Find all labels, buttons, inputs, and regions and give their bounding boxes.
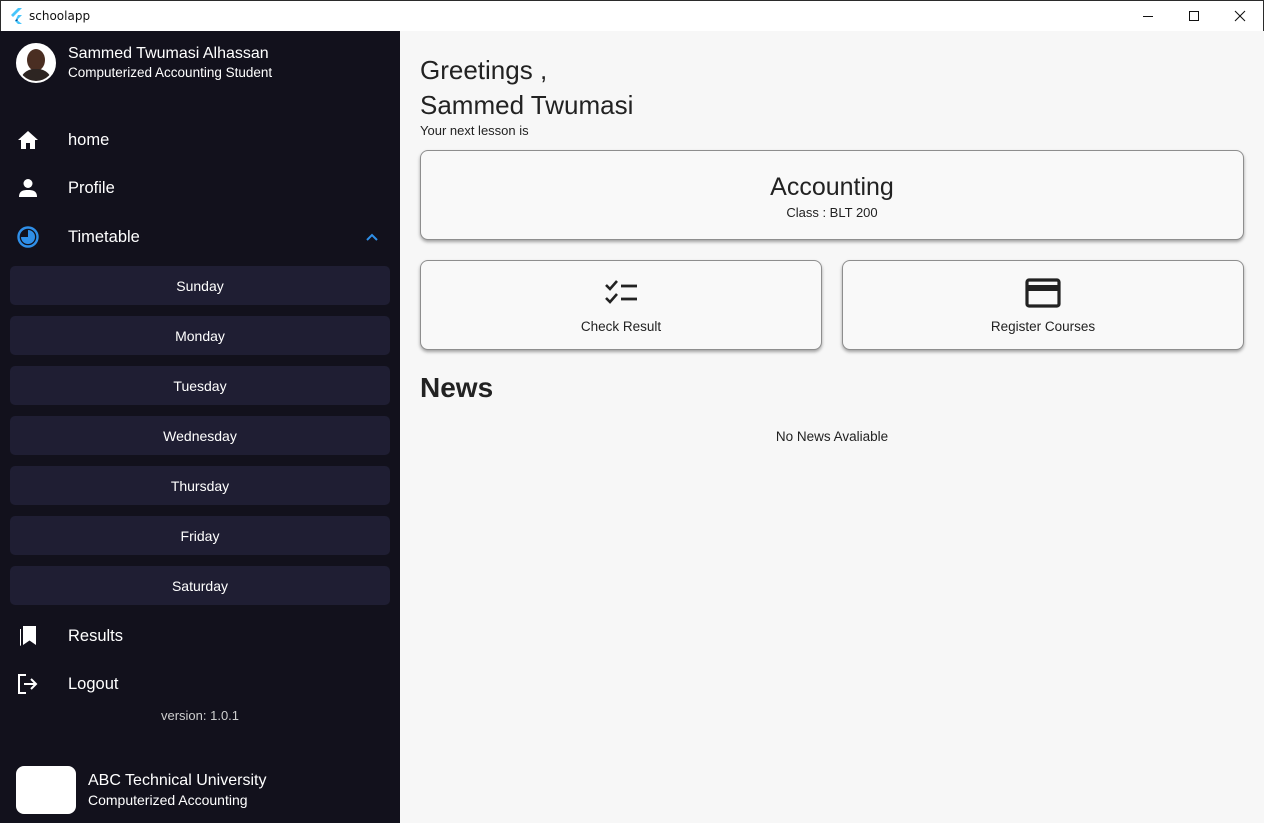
greeting: Greetings , Sammed Twumasi [420,53,633,123]
person-icon [17,177,39,199]
day-button-tuesday[interactable]: Tuesday [10,366,390,405]
register-courses-label: Register Courses [990,319,1096,334]
close-icon [1234,10,1246,22]
lesson-title: Accounting [770,173,894,201]
register-courses-button[interactable]: Register Courses [842,260,1244,350]
day-button-monday[interactable]: Monday [10,316,390,355]
bookmarks-icon [17,625,39,647]
next-lesson-card[interactable]: Accounting Class : BLT 200 [420,150,1244,240]
day-button-saturday[interactable]: Saturday [10,566,390,605]
sidebar-item-logout[interactable]: Logout [0,664,400,704]
maximize-button[interactable] [1171,1,1217,31]
institution-logo [16,766,76,814]
chevron-up-icon[interactable] [364,229,380,245]
day-button-sunday[interactable]: Sunday [10,266,390,305]
sidebar-item-profile[interactable]: Profile [0,168,400,208]
next-lesson-label: Your next lesson is [420,123,529,138]
sidebar-item-label: home [68,130,110,149]
minimize-button[interactable] [1125,1,1171,31]
greeting-line-1: Greetings , [420,55,548,85]
credit-card-icon [1025,278,1061,308]
window-titlebar: schoolapp [0,0,1264,31]
day-button-thursday[interactable]: Thursday [10,466,390,505]
profile-header[interactable]: Sammed Twumasi Alhassan Computerized Acc… [16,43,272,83]
sidebar-item-label: Profile [68,178,115,197]
checklist-icon [605,280,637,304]
lesson-class: Class : BLT 200 [786,205,878,220]
check-result-button[interactable]: Check Result [420,260,822,350]
sidebar-item-label: Results [68,626,124,645]
profile-name: Sammed Twumasi Alhassan [68,45,269,62]
check-result-label: Check Result [580,319,662,334]
sidebar-item-label: Timetable [68,227,140,246]
flutter-logo-icon [11,8,22,24]
window-title: schoolapp [29,9,91,23]
minimize-icon [1143,16,1153,17]
clock-icon [17,226,39,248]
window-controls [1125,1,1263,31]
greeting-line-2: Sammed Twumasi [420,90,634,120]
institution-footer: ABC Technical University Computerized Ac… [16,766,266,814]
day-button-friday[interactable]: Friday [10,516,390,555]
app-version: version: 1.0.1 [160,708,240,723]
news-heading: News [420,372,494,403]
sidebar-item-timetable[interactable]: Timetable [0,217,400,257]
day-button-wednesday[interactable]: Wednesday [10,416,390,455]
sidebar-drawer: Sammed Twumasi Alhassan Computerized Acc… [0,31,400,823]
maximize-icon [1189,11,1199,21]
institution-department: Computerized Accounting [88,791,248,808]
profile-role: Computerized Accounting Student [68,65,273,80]
main-content: Greetings , Sammed Twumasi Your next les… [400,31,1264,823]
news-empty-message: No News Avaliable [775,429,889,444]
logout-icon [17,673,39,695]
avatar [16,43,56,83]
sidebar-item-label: Logout [68,674,119,693]
home-icon [17,129,39,151]
close-button[interactable] [1217,1,1263,31]
sidebar-item-home[interactable]: home [0,120,400,160]
sidebar-item-results[interactable]: Results [0,616,400,656]
institution-name: ABC Technical University [88,771,267,789]
